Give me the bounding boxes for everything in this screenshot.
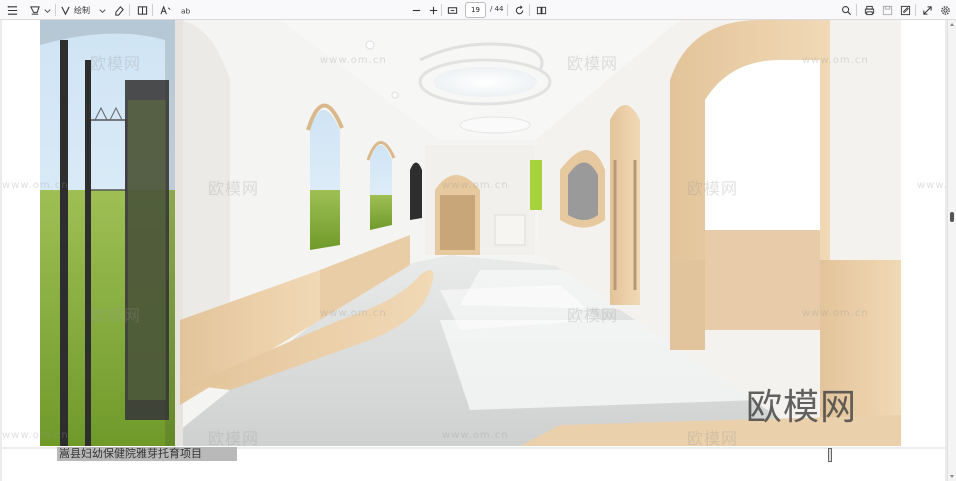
- watermark-url: www.om.cn: [320, 55, 387, 66]
- pdf-page: 欧模网 www.om.cn 欧模网 www.om.cn www.om.cn 欧模…: [2, 20, 947, 448]
- settings-gear-icon[interactable]: [937, 2, 953, 18]
- translate-icon[interactable]: ab: [178, 2, 194, 18]
- page-view-icon[interactable]: [134, 2, 150, 18]
- watermark-text: 欧模网: [90, 54, 142, 73]
- zoom-in-icon[interactable]: [425, 2, 441, 18]
- zoom-out-icon[interactable]: [408, 2, 424, 18]
- watermark-url: www.om.cn: [2, 430, 69, 441]
- read-aloud-icon[interactable]: [157, 2, 173, 18]
- watermark-url: www.om.cn: [802, 55, 869, 66]
- toolbar-divider: [129, 4, 130, 16]
- toolbar-divider: [507, 4, 508, 16]
- watermark-text: 欧模网: [567, 54, 619, 73]
- watermark-text: 欧模网: [208, 179, 260, 198]
- scroll-down-arrow-icon[interactable]: [950, 475, 954, 478]
- scrollbar-thumb[interactable]: [950, 212, 954, 222]
- svg-text:ab: ab: [181, 6, 190, 15]
- save-as-icon[interactable]: [897, 2, 913, 18]
- watermark-url: www.om.cn: [917, 180, 947, 191]
- rotate-icon[interactable]: [511, 2, 527, 18]
- watermark-text: 欧模网: [208, 429, 260, 448]
- watermark-url: www.om.cn: [442, 180, 509, 191]
- scroll-up-arrow-icon[interactable]: [950, 23, 954, 26]
- toolbar-divider: [152, 4, 153, 16]
- toolbar-divider: [441, 4, 442, 16]
- text-cursor-marker: [828, 448, 832, 462]
- vertical-scrollbar[interactable]: [947, 20, 956, 481]
- watermark-url: www.om.cn: [2, 180, 69, 191]
- watermark-url: www.om.cn: [802, 308, 869, 319]
- brand-logo-watermark: 欧模网: [746, 387, 858, 428]
- pdf-toolbar: 绘制 ab 19 / 44: [0, 0, 956, 20]
- save-icon[interactable]: [879, 2, 895, 18]
- toolbar-divider: [915, 4, 916, 16]
- draw-label: 绘制: [74, 5, 90, 15]
- watermark-text: 欧模网: [687, 429, 739, 448]
- chevron-down-icon[interactable]: [94, 2, 110, 18]
- chevron-down-icon[interactable]: [39, 2, 55, 18]
- eraser-icon[interactable]: [111, 2, 127, 18]
- document-viewer[interactable]: 欧模网 www.om.cn 欧模网 www.om.cn www.om.cn 欧模…: [0, 20, 947, 481]
- watermark-text: 欧模网: [687, 179, 739, 198]
- draw-icon: [61, 6, 70, 15]
- two-page-view-icon[interactable]: [533, 2, 549, 18]
- toolbar-divider: [55, 4, 56, 16]
- watermark-text: 欧模网: [567, 306, 619, 325]
- page-total: / 44: [490, 5, 504, 13]
- selected-document-title[interactable]: 嵩县妇幼保健院雅芽托育项目: [57, 447, 237, 461]
- expand-icon[interactable]: [919, 2, 935, 18]
- search-icon[interactable]: [838, 2, 854, 18]
- fit-page-icon[interactable]: [444, 2, 460, 18]
- toolbar-divider: [856, 4, 857, 16]
- toolbar-divider: [529, 4, 530, 16]
- sidebar-toggle-icon[interactable]: [4, 2, 20, 18]
- page-number-input[interactable]: 19: [465, 2, 486, 18]
- watermark-url: www.om.cn: [320, 308, 387, 319]
- print-icon[interactable]: [861, 2, 877, 18]
- draw-tool-button[interactable]: 绘制: [60, 2, 90, 18]
- watermark-text: 欧模网: [90, 306, 142, 325]
- watermark-url: www.om.cn: [442, 430, 509, 441]
